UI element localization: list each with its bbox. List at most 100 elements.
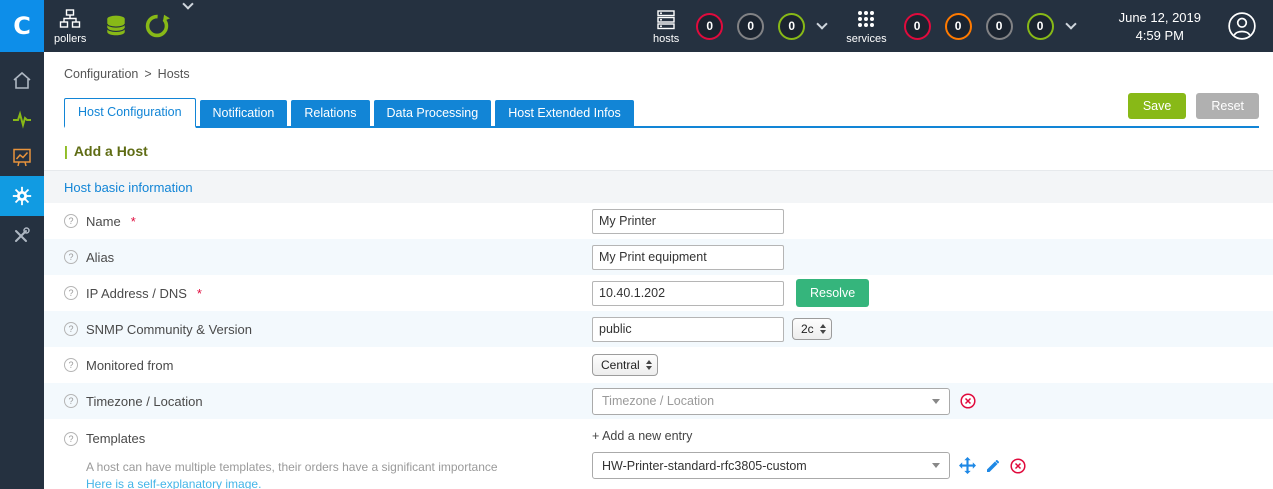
help-icon[interactable] bbox=[64, 250, 78, 264]
current-date: June 12, 2019 bbox=[1118, 9, 1201, 25]
form-row-ip: IP Address / DNS * Resolve bbox=[44, 275, 1273, 311]
form-row-name: Name * bbox=[44, 203, 1273, 239]
hosts-unreachable-badge[interactable]: 0 bbox=[737, 12, 765, 40]
monitored-from-label: Monitored from bbox=[86, 357, 174, 373]
top-bar: C pollers hosts 0 0 0 services 0 0 0 0 J… bbox=[0, 0, 1273, 52]
tab-bar: Host Configuration Notification Relation… bbox=[64, 93, 1259, 128]
template-edit-button[interactable] bbox=[985, 458, 1001, 474]
main-content: Configuration > Hosts Host Configuration… bbox=[44, 52, 1273, 489]
hosts-counters: hosts 0 0 0 bbox=[643, 0, 836, 52]
help-icon[interactable] bbox=[64, 394, 78, 408]
sidebar-item-reporting[interactable] bbox=[0, 138, 44, 176]
template-select[interactable]: HW-Printer-standard-rfc3805-custom bbox=[592, 452, 950, 479]
snmp-community-input[interactable] bbox=[592, 316, 784, 342]
save-button[interactable]: Save bbox=[1127, 93, 1187, 119]
form-row-timezone: Timezone / Location Timezone / Location bbox=[44, 383, 1273, 419]
refresh-status[interactable] bbox=[144, 0, 171, 52]
tab-data-processing[interactable]: Data Processing bbox=[373, 100, 492, 126]
templates-help-link[interactable]: Here is a self-explanatory image. bbox=[86, 477, 592, 489]
resolve-button[interactable]: Resolve bbox=[796, 279, 870, 307]
pollers-label: pollers bbox=[54, 32, 87, 45]
clear-circle-icon bbox=[960, 393, 976, 409]
required-asterisk: * bbox=[196, 285, 202, 301]
tab-actions: Save Reset bbox=[1127, 93, 1259, 126]
administration-tools-icon bbox=[15, 227, 30, 242]
select-arrows-icon bbox=[645, 360, 652, 370]
timezone-clear-button[interactable] bbox=[960, 393, 976, 409]
help-icon[interactable] bbox=[64, 214, 78, 228]
tab-relations[interactable]: Relations bbox=[291, 100, 370, 126]
template-move-button[interactable] bbox=[959, 457, 976, 474]
services-chevron-down-icon[interactable] bbox=[1064, 18, 1077, 30]
services-menu[interactable]: services bbox=[836, 8, 896, 45]
database-icon bbox=[107, 15, 126, 36]
page-title: | Add a Host bbox=[64, 143, 148, 159]
name-input[interactable] bbox=[592, 208, 784, 234]
services-counters: services 0 0 0 0 bbox=[836, 0, 1084, 52]
hosts-down-badge[interactable]: 0 bbox=[696, 12, 724, 40]
refresh-icon bbox=[146, 14, 171, 38]
help-icon[interactable] bbox=[64, 358, 78, 372]
hosts-chevron-down-icon[interactable] bbox=[816, 18, 828, 30]
templates-help-text: A host can have multiple templates, thei… bbox=[86, 460, 498, 474]
sidebar-item-monitoring[interactable] bbox=[0, 100, 44, 138]
alias-label: Alias bbox=[86, 249, 115, 265]
alias-input[interactable] bbox=[592, 244, 784, 270]
ip-input[interactable] bbox=[592, 280, 784, 306]
services-label: services bbox=[846, 32, 887, 45]
pollers-icon bbox=[60, 8, 81, 28]
snmp-version-select[interactable]: 2c bbox=[792, 318, 832, 340]
help-icon[interactable] bbox=[64, 431, 78, 446]
hosts-menu[interactable]: hosts bbox=[643, 8, 689, 45]
services-ok-badge[interactable]: 0 bbox=[1026, 12, 1054, 40]
centreon-logo[interactable]: C bbox=[0, 0, 44, 52]
pencil-icon bbox=[987, 459, 1000, 472]
database-status[interactable] bbox=[104, 0, 128, 52]
form-row-monitored-from: Monitored from Central bbox=[44, 347, 1273, 383]
add-template-entry-link[interactable]: + Add a new entry bbox=[592, 429, 1026, 443]
reset-button[interactable]: Reset bbox=[1196, 93, 1259, 119]
templates-label: Templates bbox=[86, 431, 146, 446]
home-icon bbox=[13, 71, 31, 89]
services-icon bbox=[858, 10, 875, 27]
clock: June 12, 2019 4:59 PM bbox=[1119, 0, 1201, 52]
tab-host-extended-infos[interactable]: Host Extended Infos bbox=[495, 100, 634, 126]
required-asterisk: * bbox=[130, 213, 136, 229]
monitoring-pulse-icon bbox=[13, 110, 31, 129]
hosts-icon bbox=[657, 9, 675, 29]
sidebar-item-configuration[interactable] bbox=[0, 176, 44, 216]
sidebar-item-administration[interactable] bbox=[0, 216, 44, 254]
dropdown-arrow-icon bbox=[932, 463, 940, 468]
hosts-up-badge[interactable]: 0 bbox=[778, 12, 806, 40]
monitored-from-select[interactable]: Central bbox=[592, 354, 658, 376]
user-avatar-icon bbox=[1228, 12, 1256, 40]
hosts-label: hosts bbox=[652, 32, 680, 45]
delete-circle-icon bbox=[1010, 457, 1026, 474]
reporting-chart-icon bbox=[13, 148, 31, 167]
help-icon[interactable] bbox=[64, 286, 78, 300]
timezone-select[interactable]: Timezone / Location bbox=[592, 387, 950, 415]
form-row-templates: Templates A host can have multiple templ… bbox=[44, 419, 1273, 489]
tab-host-configuration[interactable]: Host Configuration bbox=[64, 98, 196, 128]
form-row-snmp: SNMP Community & Version 2c bbox=[44, 311, 1273, 347]
timezone-label: Timezone / Location bbox=[86, 393, 203, 409]
services-critical-badge[interactable]: 0 bbox=[903, 12, 931, 40]
select-arrows-icon bbox=[819, 324, 826, 334]
breadcrumb-configuration[interactable]: Configuration bbox=[64, 67, 138, 81]
current-time: 4:59 PM bbox=[1135, 27, 1184, 43]
dropdown-arrow-icon bbox=[932, 398, 940, 404]
help-icon[interactable] bbox=[64, 322, 78, 336]
services-warning-badge[interactable]: 0 bbox=[944, 12, 972, 40]
breadcrumb-hosts[interactable]: Hosts bbox=[158, 67, 190, 81]
pollers-menu[interactable]: pollers bbox=[44, 0, 96, 52]
refresh-chevron-down-icon[interactable] bbox=[182, 0, 195, 10]
snmp-label: SNMP Community & Version bbox=[86, 321, 252, 337]
sidebar-item-home[interactable] bbox=[0, 62, 44, 100]
template-delete-button[interactable] bbox=[1010, 457, 1026, 474]
user-menu[interactable] bbox=[1227, 0, 1257, 52]
title-pipe: | bbox=[64, 143, 68, 159]
breadcrumb: Configuration > Hosts bbox=[44, 52, 1273, 81]
tab-notification[interactable]: Notification bbox=[199, 100, 288, 126]
services-unknown-badge[interactable]: 0 bbox=[985, 12, 1013, 40]
move-icon bbox=[959, 457, 976, 474]
